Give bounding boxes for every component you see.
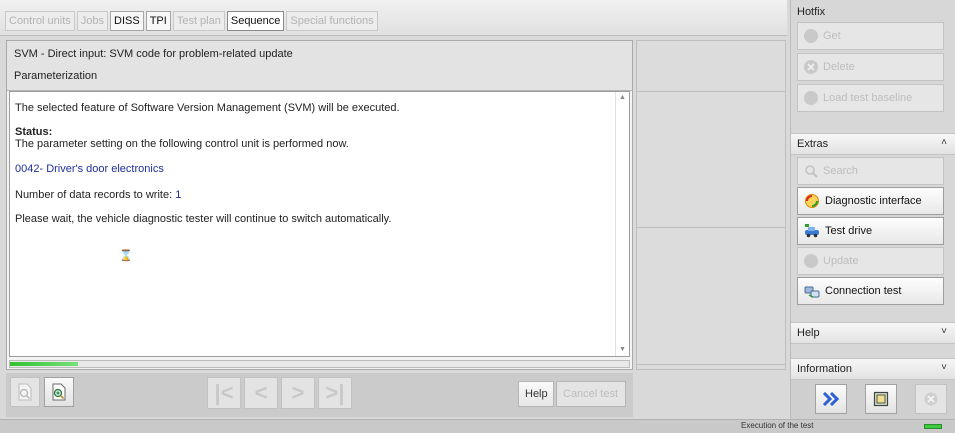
delete-icon bbox=[804, 60, 818, 74]
records-label: Number of data records to write: bbox=[15, 189, 176, 201]
last-page-button[interactable]: >| bbox=[318, 377, 352, 409]
hourglass-icon: ⌛ bbox=[119, 250, 133, 262]
main-header: SVM - Direct input: SVM code for problem… bbox=[7, 41, 632, 91]
extras-header[interactable]: Extras ˄ bbox=[791, 133, 955, 155]
tab-control-units[interactable]: Control units bbox=[5, 11, 75, 31]
diagnostic-interface-label: Diagnostic interface bbox=[825, 195, 922, 207]
tab-diss[interactable]: DISS bbox=[110, 11, 144, 31]
zoom-out-button[interactable] bbox=[10, 377, 40, 407]
tab-bar: Control units Jobs DISS TPI Test plan Se… bbox=[0, 0, 787, 36]
middle-divider bbox=[637, 227, 785, 228]
cancel-test-button[interactable]: Cancel test bbox=[556, 381, 626, 407]
tab-test-plan[interactable]: Test plan bbox=[172, 11, 225, 31]
test-drive-icon bbox=[805, 224, 819, 238]
page-subtitle: Parameterization bbox=[14, 70, 98, 82]
scroll-down-arrow[interactable]: ▼ bbox=[616, 344, 629, 356]
load-test-baseline-label: Load test baseline bbox=[823, 92, 913, 104]
chevron-up-icon: ˄ bbox=[941, 137, 947, 148]
test-drive-label: Test drive bbox=[825, 225, 873, 237]
tab-tpi[interactable]: TPI bbox=[145, 11, 171, 31]
screenshot-button[interactable] bbox=[865, 384, 897, 414]
forward-button[interactable] bbox=[815, 384, 847, 414]
progress-bar bbox=[9, 360, 630, 368]
hotfix-title: Hotfix bbox=[797, 6, 826, 18]
content-area: The selected feature of Software Version… bbox=[9, 91, 630, 357]
progress-fill bbox=[10, 362, 79, 366]
vertical-scrollbar[interactable]: ▲ ▼ bbox=[615, 92, 629, 356]
connection-test-label: Connection test bbox=[825, 285, 902, 297]
update-icon bbox=[804, 254, 818, 268]
status-label: Status: bbox=[15, 126, 53, 138]
chevron-down-icon: ˅ bbox=[941, 362, 947, 373]
middle-divider bbox=[637, 364, 785, 365]
page-title: SVM - Direct input: SVM code for problem… bbox=[14, 48, 293, 60]
bottom-toolbar: |< < > >| Help Cancel test bbox=[6, 373, 633, 417]
chevron-down-icon: ˅ bbox=[941, 326, 947, 337]
update-label: Update bbox=[823, 255, 859, 267]
tab-sequence[interactable]: Sequence bbox=[226, 11, 285, 31]
delete-label: Delete bbox=[823, 61, 855, 73]
status-bar: Execution of the test bbox=[0, 419, 955, 433]
diagnostic-interface-icon bbox=[805, 194, 819, 208]
search-label: Search bbox=[823, 165, 858, 177]
middle-divider bbox=[637, 91, 785, 92]
wait-text: Please wait, the vehicle diagnostic test… bbox=[15, 213, 392, 225]
scroll-up-arrow[interactable]: ▲ bbox=[616, 92, 629, 104]
test-drive-button[interactable]: Test drive bbox=[797, 217, 944, 245]
middle-column bbox=[636, 40, 786, 370]
double-chevron-right-icon bbox=[822, 392, 840, 406]
diagnostic-interface-button[interactable]: Diagnostic interface bbox=[797, 187, 944, 215]
close-button[interactable] bbox=[915, 384, 947, 414]
status-indicator bbox=[924, 424, 942, 429]
help-title: Help bbox=[797, 327, 820, 339]
first-page-icon: |< bbox=[214, 380, 234, 405]
help-header[interactable]: Help ˅ bbox=[791, 322, 955, 344]
status-text: The parameter setting on the following c… bbox=[15, 138, 349, 150]
connection-test-icon bbox=[804, 286, 820, 298]
tab-list: Control units Jobs DISS TPI Test plan Se… bbox=[5, 11, 378, 31]
status-bar-text: Execution of the test bbox=[741, 421, 814, 430]
zoom-out-icon bbox=[18, 383, 32, 401]
search-button[interactable]: Search bbox=[797, 157, 944, 185]
connection-test-button[interactable]: Connection test bbox=[797, 277, 944, 305]
information-header[interactable]: Information ˅ bbox=[791, 358, 955, 380]
intro-text: The selected feature of Software Version… bbox=[15, 102, 400, 114]
extras-title: Extras bbox=[797, 138, 829, 150]
main-panel: SVM - Direct input: SVM code for problem… bbox=[6, 40, 633, 370]
next-page-button[interactable]: > bbox=[281, 377, 315, 409]
right-sidebar: Hotfix Get Delete Load test baseline Ext… bbox=[790, 0, 955, 419]
delete-button[interactable]: Delete bbox=[797, 53, 944, 81]
tab-special-functions[interactable]: Special functions bbox=[286, 11, 378, 31]
get-button[interactable]: Get bbox=[797, 22, 944, 50]
zoom-in-button[interactable] bbox=[44, 377, 74, 407]
content-text: The selected feature of Software Version… bbox=[15, 92, 611, 356]
records-line: Number of data records to write: 1 bbox=[15, 189, 181, 201]
first-page-button[interactable]: |< bbox=[207, 377, 241, 409]
zoom-in-icon bbox=[52, 383, 66, 401]
control-unit-link[interactable]: 0042- Driver's door electronics bbox=[15, 163, 164, 175]
close-icon bbox=[924, 392, 938, 406]
previous-page-icon: < bbox=[254, 380, 268, 405]
tab-jobs[interactable]: Jobs bbox=[76, 11, 109, 31]
get-icon bbox=[804, 29, 818, 43]
update-button[interactable]: Update bbox=[797, 247, 944, 275]
load-baseline-icon bbox=[804, 91, 818, 105]
sidebar-bottom-toolbar bbox=[791, 380, 955, 419]
records-count: 1 bbox=[175, 189, 182, 201]
get-label: Get bbox=[823, 30, 841, 42]
frame-icon bbox=[873, 391, 889, 407]
next-page-icon: > bbox=[291, 380, 305, 405]
last-page-icon: >| bbox=[325, 380, 345, 405]
help-button[interactable]: Help bbox=[518, 381, 554, 407]
load-test-baseline-button[interactable]: Load test baseline bbox=[797, 84, 944, 112]
search-icon bbox=[805, 165, 818, 178]
information-title: Information bbox=[797, 363, 853, 375]
previous-page-button[interactable]: < bbox=[244, 377, 278, 409]
